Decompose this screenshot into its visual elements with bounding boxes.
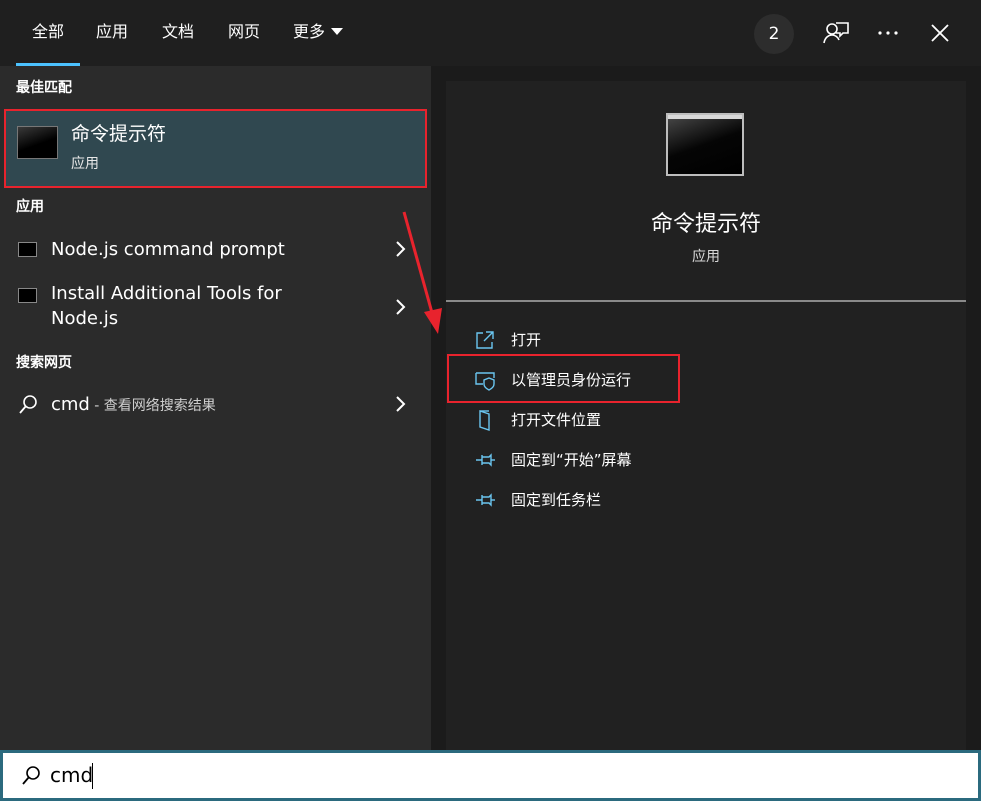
best-match-title: 命令提示符: [71, 123, 167, 145]
text-cursor: [92, 763, 93, 789]
highlight-frame: [447, 354, 680, 403]
best-match-item[interactable]: 命令提示符 应用: [4, 109, 427, 188]
terminal-icon: [18, 242, 37, 257]
open-icon: [476, 331, 494, 349]
divider: [446, 300, 966, 302]
results-panel: 最佳匹配 命令提示符 应用 应用 Node.js command prompt …: [0, 66, 431, 750]
pin-icon: [476, 453, 495, 467]
search-input[interactable]: [50, 758, 950, 792]
preview-title: 命令提示符: [650, 212, 761, 237]
app-result-nodejs-prompt[interactable]: Node.js command prompt: [0, 229, 431, 271]
top-bar: 全部 应用 文档 网页 更多 2: [0, 0, 981, 66]
search-icon: [22, 766, 40, 785]
search-bar: [0, 750, 981, 801]
section-best-match: 最佳匹配: [16, 80, 72, 96]
web-query: cmd: [51, 394, 90, 415]
section-web-search: 搜索网页: [16, 355, 72, 371]
rewards-badge[interactable]: 2: [754, 14, 794, 54]
tab-all[interactable]: 全部: [16, 0, 81, 66]
annotation-arrow-icon: [402, 211, 442, 334]
app-result-install-tools[interactable]: Install Additional Tools for Node.js: [0, 279, 431, 335]
tab-documents[interactable]: 文档: [162, 0, 194, 66]
web-query-suffix: - 查看网络搜索结果: [89, 398, 216, 414]
tab-apps[interactable]: 应用: [96, 0, 128, 66]
preview-panel: 命令提示符 应用 打开 以管理员身份运行 打开文件位置 固定到“开始”屏幕 固定…: [446, 81, 966, 750]
tab-web[interactable]: 网页: [228, 0, 260, 66]
tab-more[interactable]: 更多: [293, 0, 344, 66]
command-prompt-icon: [666, 113, 744, 176]
best-match-subtitle: 应用: [71, 156, 99, 172]
chevron-right-icon[interactable]: [393, 394, 407, 414]
terminal-icon: [18, 288, 37, 303]
pin-icon: [476, 493, 495, 507]
search-icon: [19, 395, 37, 414]
section-apps: 应用: [16, 199, 44, 215]
feedback-icon[interactable]: [819, 16, 853, 50]
folder-icon: [479, 410, 490, 431]
preview-subtitle: 应用: [692, 249, 720, 265]
more-options-icon[interactable]: [871, 16, 905, 50]
caret-down-icon: [331, 28, 344, 35]
web-search-result[interactable]: cmd - 查看网络搜索结果: [0, 384, 431, 426]
close-icon[interactable]: [923, 16, 957, 50]
command-prompt-icon: [17, 126, 58, 159]
